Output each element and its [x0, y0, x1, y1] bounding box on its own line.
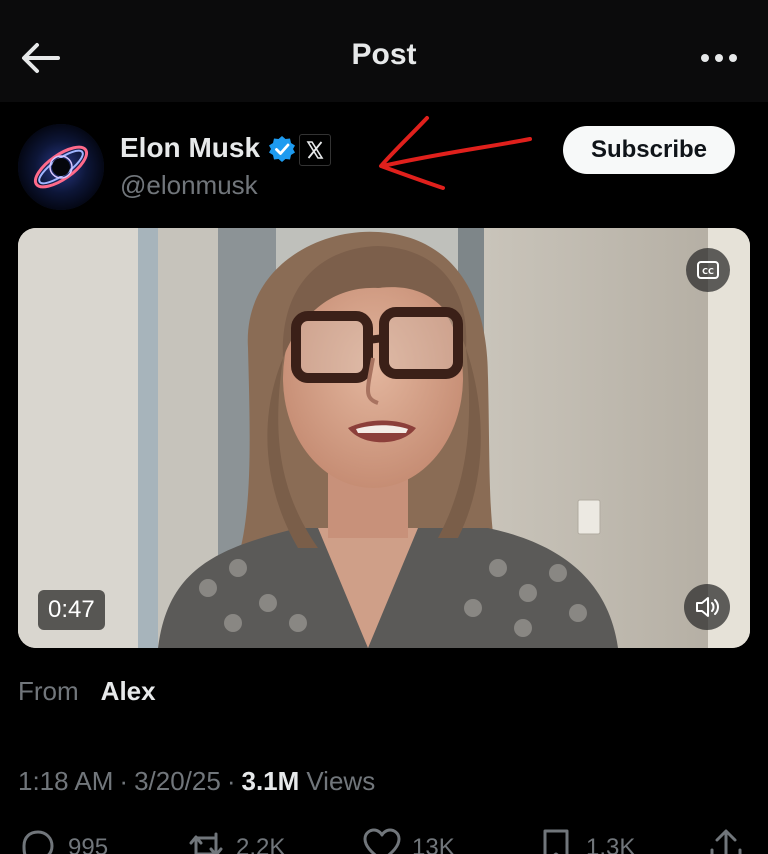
video-frame [18, 228, 750, 648]
post-time: 1:18 AM [18, 766, 114, 796]
post-date: 3/20/25 [134, 766, 221, 796]
captions-icon: CC [697, 261, 719, 279]
more-horizontal-icon [701, 54, 737, 62]
source-label: From [18, 676, 79, 706]
page-title: Post [351, 38, 417, 71]
volume-button[interactable] [684, 584, 730, 630]
subscribe-button[interactable]: Subscribe [563, 126, 735, 174]
reply-count: 995 [68, 834, 109, 854]
reply-icon [22, 830, 54, 854]
avatar[interactable] [18, 124, 104, 210]
author-name[interactable]: Elon Musk [120, 132, 260, 164]
views-count: 3.1M [241, 766, 300, 796]
source-name[interactable]: Alex [101, 676, 156, 707]
like-count: 13K [412, 834, 455, 854]
bookmark-icon [543, 829, 569, 854]
video-player[interactable]: CC 0:47 [18, 228, 750, 648]
meta-separator: · [226, 766, 236, 796]
video-duration: 0:47 [38, 590, 105, 630]
verified-badge-icon [269, 136, 295, 162]
share-button[interactable] [706, 826, 746, 854]
author-row: Elon Musk @elonmusk Subscribe [0, 102, 768, 222]
action-bar: 995 2.2K 13K 1.3K [0, 826, 768, 854]
views-label: Views [306, 766, 376, 796]
svg-text:CC: CC [702, 267, 714, 276]
share-icon [710, 829, 742, 854]
x-logo-icon [306, 141, 324, 159]
red-arrow-annotation [379, 116, 532, 190]
bookmark-count: 1.3K [586, 834, 636, 854]
author-handle[interactable]: @elonmusk [120, 170, 258, 201]
repost-button[interactable]: 2.2K [186, 826, 285, 854]
repost-count: 2.2K [236, 834, 286, 854]
repost-icon [189, 832, 223, 854]
source-attribution: From Alex [18, 676, 156, 707]
post-meta: 1:18 AM · 3/20/25 · 3.1M Views [18, 766, 375, 797]
affiliation-badge[interactable] [299, 134, 331, 166]
volume-icon [696, 597, 719, 617]
top-bar: Post [0, 0, 768, 102]
more-options-button[interactable] [694, 38, 744, 78]
meta-separator: · [119, 766, 129, 796]
heart-icon [363, 828, 401, 854]
like-button[interactable]: 13K [362, 826, 455, 854]
reply-button[interactable]: 995 [18, 826, 108, 854]
bookmark-button[interactable]: 1.3K [536, 826, 635, 854]
captions-button[interactable]: CC [686, 248, 730, 292]
